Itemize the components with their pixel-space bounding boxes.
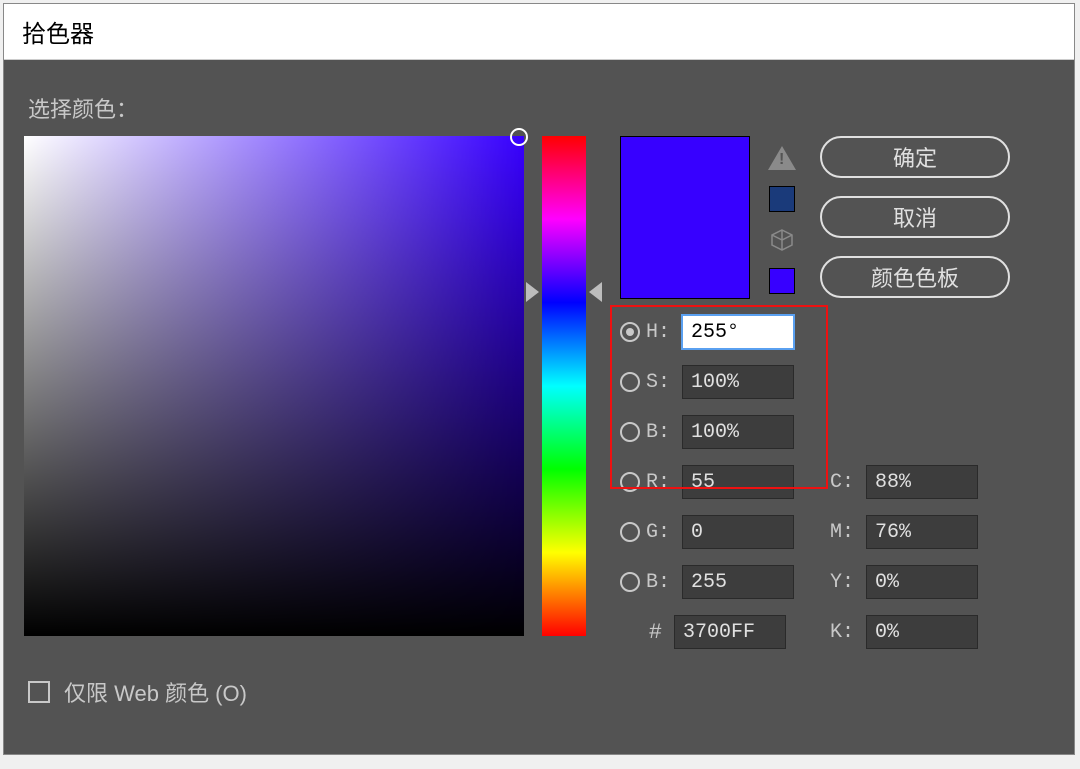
right-fields-column: C: M: Y: K: (830, 457, 978, 657)
b-hsb-label: B: (646, 421, 676, 444)
websafe-swatch[interactable] (769, 268, 795, 294)
titlebar: 拾色器 (4, 4, 1074, 60)
hue-section (542, 136, 586, 636)
c-input[interactable] (866, 465, 978, 499)
gamut-warning-icon[interactable] (768, 146, 796, 170)
b-rgb-label: B: (646, 571, 676, 594)
swatches-button[interactable]: 颜色色板 (820, 256, 1010, 298)
s-label: S: (646, 371, 676, 394)
hue-slider-arrow-right[interactable] (589, 282, 602, 302)
left-fields-column: H: S: B: (620, 307, 794, 657)
h-label: H: (646, 321, 676, 344)
color-picker-window: 拾色器 选择颜色： (3, 3, 1075, 755)
s-row: S: (620, 357, 794, 407)
gamut-safe-swatch[interactable] (769, 186, 795, 212)
websafe-warning-icon[interactable] (770, 228, 794, 252)
h-input[interactable] (682, 315, 794, 349)
b-rgb-row: B: (620, 557, 794, 607)
main-row: 确定 取消 颜色色板 H: (24, 136, 1074, 657)
m-row: M: (830, 507, 978, 557)
hex-label: # (620, 620, 668, 645)
c-label: C: (830, 471, 860, 494)
k-input[interactable] (866, 615, 978, 649)
web-only-checkbox[interactable] (28, 681, 50, 703)
h-row: H: (620, 307, 794, 357)
hue-slider[interactable] (542, 136, 586, 636)
ok-button[interactable]: 确定 (820, 136, 1010, 178)
dialog-body: 选择颜色： (4, 60, 1074, 754)
k-label: K: (830, 621, 860, 644)
b-rgb-input[interactable] (682, 565, 794, 599)
b-rgb-radio[interactable] (620, 572, 640, 592)
hex-row: # (620, 607, 794, 657)
window-title: 拾色器 (22, 14, 94, 49)
y-input[interactable] (866, 565, 978, 599)
r-input[interactable] (682, 465, 794, 499)
b-hsb-row: B: (620, 407, 794, 457)
b-hsb-input[interactable] (682, 415, 794, 449)
m-label: M: (830, 521, 860, 544)
prompt-label: 选择颜色： (28, 92, 1074, 124)
c-row: C: (830, 457, 978, 507)
new-color-swatch[interactable] (621, 137, 749, 218)
r-row: R: (620, 457, 794, 507)
button-column: 确定 取消 颜色色板 (820, 136, 1010, 298)
color-field[interactable] (24, 136, 524, 636)
h-radio[interactable] (620, 322, 640, 342)
k-row: K: (830, 607, 978, 657)
r-radio[interactable] (620, 472, 640, 492)
cancel-button[interactable]: 取消 (820, 196, 1010, 238)
web-only-row: 仅限 Web 颜色 (O) (28, 676, 247, 708)
y-row: Y: (830, 557, 978, 607)
two-col-fields: H: S: B: (620, 307, 1010, 657)
hex-input[interactable] (674, 615, 786, 649)
m-input[interactable] (866, 515, 978, 549)
right-panel: 确定 取消 颜色色板 H: (620, 136, 1010, 657)
s-input[interactable] (682, 365, 794, 399)
g-radio[interactable] (620, 522, 640, 542)
color-field-cursor (510, 128, 528, 146)
color-preview (620, 136, 750, 299)
swatches-row: 确定 取消 颜色色板 (620, 136, 1010, 299)
s-radio[interactable] (620, 372, 640, 392)
y-label: Y: (830, 571, 860, 594)
g-label: G: (646, 521, 676, 544)
hue-slider-arrow-left[interactable] (526, 282, 539, 302)
g-input[interactable] (682, 515, 794, 549)
b-hsb-radio[interactable] (620, 422, 640, 442)
g-row: G: (620, 507, 794, 557)
indicator-column (768, 136, 796, 294)
current-color-swatch[interactable] (621, 218, 749, 299)
r-label: R: (646, 471, 676, 494)
fields-area: H: S: B: (620, 307, 1010, 657)
web-only-label: 仅限 Web 颜色 (O) (64, 676, 247, 708)
